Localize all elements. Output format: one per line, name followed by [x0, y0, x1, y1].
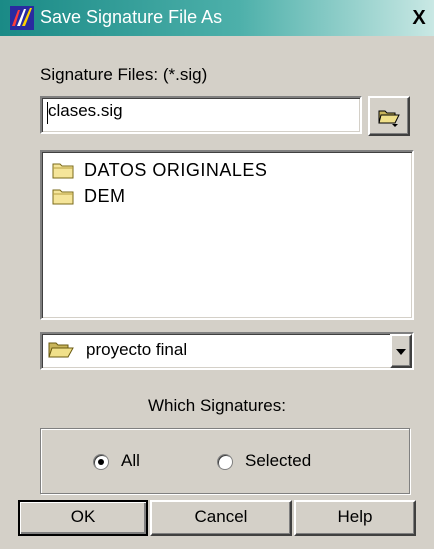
title-bar[interactable]: Save Signature File As X: [0, 0, 434, 36]
dropdown-button[interactable]: [390, 334, 412, 368]
radio-selected-dot: [98, 459, 104, 465]
list-item-dem[interactable]: DEM: [52, 184, 126, 208]
folder-icon: [52, 163, 74, 179]
close-button[interactable]: X: [406, 6, 432, 30]
cancel-button[interactable]: Cancel: [150, 500, 292, 536]
folder-list[interactable]: DATOS ORIGINALES DEM: [40, 150, 414, 320]
folder-name: DEM: [84, 185, 126, 206]
radio-all[interactable]: [93, 454, 109, 470]
app-icon: [10, 6, 34, 30]
ok-button[interactable]: OK: [18, 500, 148, 536]
which-signatures-label: Which Signatures:: [148, 396, 286, 415]
open-folder-icon: [48, 342, 74, 358]
which-signatures-group: All Selected: [40, 428, 410, 494]
radio-all-label[interactable]: All: [121, 451, 140, 471]
list-item-datos-originales[interactable]: DATOS ORIGINALES: [52, 158, 267, 182]
file-filter-label: Signature Files: (*.sig): [40, 65, 208, 84]
chevron-down-icon: [396, 349, 406, 355]
browse-folder-button[interactable]: [368, 96, 410, 136]
radio-selected[interactable]: [217, 454, 233, 470]
help-button[interactable]: Help: [294, 500, 416, 536]
window-title: Save Signature File As: [40, 7, 223, 27]
radio-selected-label[interactable]: Selected: [245, 451, 311, 471]
folder-name: DATOS ORIGINALES: [84, 159, 268, 180]
directory-select[interactable]: proyecto final: [40, 332, 414, 370]
filename-value: clases.sig: [48, 101, 123, 120]
directory-value: proyecto final: [86, 340, 188, 359]
filename-input[interactable]: clases.sig: [40, 96, 362, 134]
folder-icon: [52, 189, 74, 205]
open-folder-icon: [378, 110, 400, 127]
